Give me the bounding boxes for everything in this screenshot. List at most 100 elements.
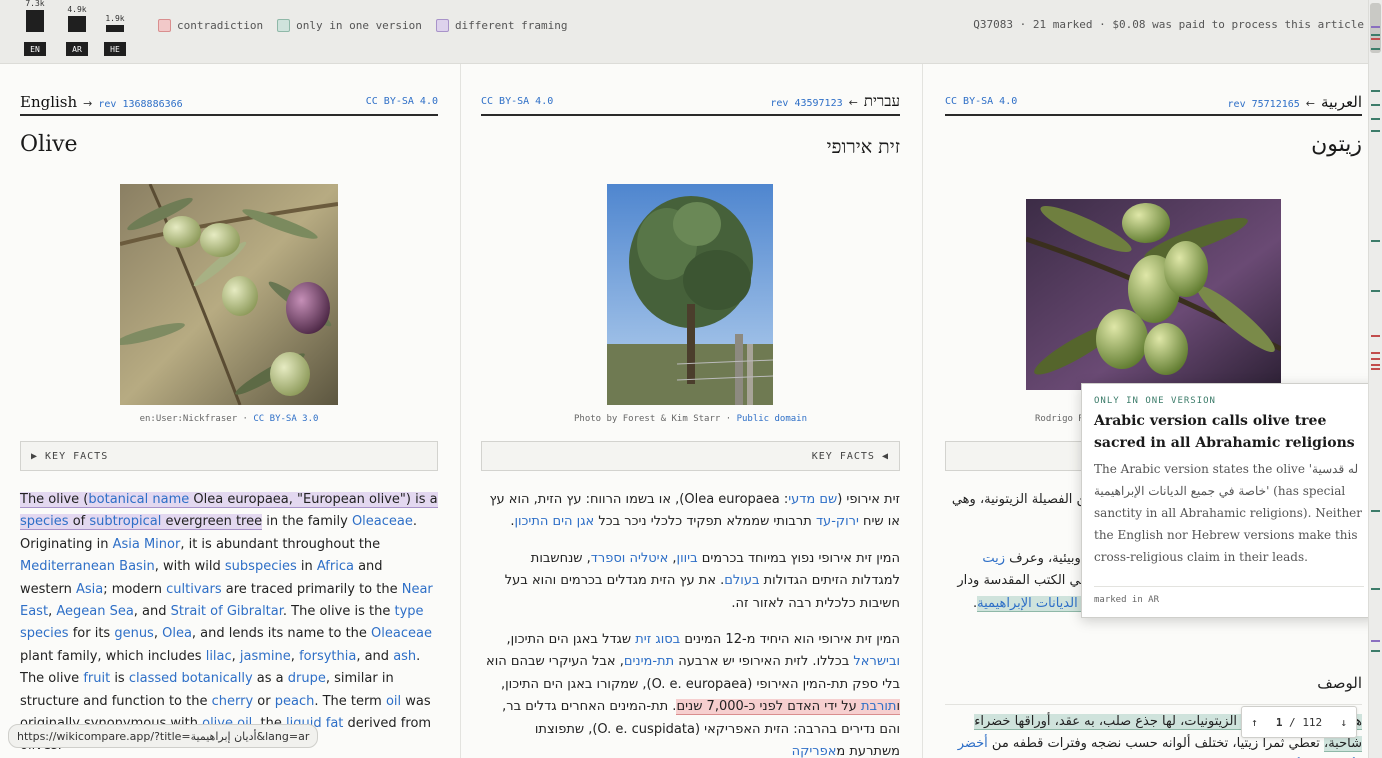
- minimap-marker[interactable]: [1371, 90, 1380, 92]
- link-africa[interactable]: Africa: [317, 559, 354, 574]
- link-green[interactable]: أخضر: [958, 736, 988, 751]
- minimap-marker[interactable]: [1371, 34, 1380, 36]
- link-greece[interactable]: ביוון: [677, 551, 698, 566]
- minimap-marker[interactable]: [1371, 368, 1380, 370]
- link-olive-genus[interactable]: בסוג זית: [635, 632, 680, 647]
- link-drupe[interactable]: drupe: [288, 671, 326, 686]
- lang-button-he[interactable]: HE: [104, 42, 126, 56]
- caption-license-link[interactable]: Public domain: [737, 414, 807, 424]
- revision-link[interactable]: rev 1368886366: [98, 99, 182, 110]
- link-forsythia[interactable]: forsythia: [299, 649, 356, 664]
- legend-contradiction[interactable]: contradiction: [158, 18, 263, 32]
- link-israel[interactable]: ובישראל: [853, 654, 900, 669]
- minimap-marker[interactable]: [1371, 650, 1380, 652]
- arrow-down-icon[interactable]: ↓: [1340, 716, 1347, 729]
- link-peach[interactable]: peach: [275, 694, 315, 709]
- caption-license-link[interactable]: CC BY-SA 3.0: [253, 414, 318, 424]
- link-mediterranean-basin[interactable]: אגן הים התיכון: [514, 514, 594, 529]
- minimap-marker[interactable]: [1371, 510, 1380, 512]
- minimap-marker[interactable]: [1371, 240, 1380, 242]
- bar-col-en[interactable]: 7.3k EN: [24, 0, 46, 56]
- link-asia-minor[interactable]: Asia Minor: [113, 537, 181, 552]
- annotation-pager: ↑ 1 / 112 ↓: [1241, 706, 1357, 738]
- license-link[interactable]: CC BY-SA 4.0: [945, 96, 1017, 107]
- minimap-marker[interactable]: [1371, 358, 1380, 360]
- link-jasmine[interactable]: jasmine: [240, 649, 291, 664]
- image-caption: en:User:Nickfraser · CC BY-SA 3.0: [20, 414, 438, 424]
- link-olea[interactable]: Olea: [162, 626, 192, 641]
- lang-name: العربية: [1321, 92, 1362, 111]
- link-evergreen[interactable]: ירוק-עד: [816, 514, 859, 529]
- link-domesticated[interactable]: תורבת: [861, 699, 896, 714]
- minimap-marker[interactable]: [1371, 26, 1380, 28]
- minimap-marker[interactable]: [1371, 130, 1380, 132]
- minimap-marker[interactable]: [1371, 48, 1380, 50]
- link-cultivars[interactable]: cultivars: [166, 582, 222, 597]
- minimap-marker[interactable]: [1371, 104, 1380, 106]
- top-bar: 7.3k EN 4.9k AR 1.9k HE contradiction on…: [0, 0, 1382, 64]
- link-scientific-name[interactable]: שם מדעי: [788, 492, 837, 507]
- link-subspecies[interactable]: subspecies: [225, 559, 297, 574]
- minimap-marker[interactable]: [1371, 588, 1380, 590]
- article-image[interactable]: [607, 184, 773, 405]
- pager-total: 112: [1302, 715, 1323, 729]
- link-botanical-name[interactable]: botanical name: [88, 492, 189, 507]
- link-oleaceae[interactable]: Oleaceae: [352, 514, 413, 529]
- minimap-marker[interactable]: [1371, 352, 1380, 354]
- link-mediterranean[interactable]: Mediterranean Basin: [20, 559, 155, 574]
- article-image[interactable]: [1026, 199, 1281, 390]
- paragraph: המין זית אירופי נפוץ במיוחד בכרמים ביוון…: [504, 550, 900, 611]
- article-title: Olive: [20, 132, 78, 157]
- link-genus[interactable]: genus: [114, 626, 154, 641]
- section-heading-description: الوصف: [1317, 674, 1362, 692]
- lang-rev-group: English → rev 1368886366: [20, 92, 183, 111]
- link-subtropical[interactable]: subtropical: [89, 514, 161, 529]
- minimap-marker[interactable]: [1371, 364, 1380, 366]
- column-header-arabic: CC BY-SA 4.0 rev 75712165 ← العربية: [945, 88, 1362, 116]
- legend-different-framing[interactable]: different framing: [435, 18, 568, 32]
- link-oil[interactable]: oil: [386, 694, 401, 709]
- link-gibraltar[interactable]: Strait of Gibraltar: [171, 604, 283, 619]
- link-aegean[interactable]: Aegean Sea: [56, 604, 133, 619]
- link-fruit[interactable]: fruit: [83, 671, 110, 686]
- revision-link[interactable]: rev 75712165: [1228, 99, 1300, 110]
- link-oleaceae-2[interactable]: Oleaceae: [371, 626, 432, 641]
- link-cherry[interactable]: cherry: [212, 694, 254, 709]
- minimap-marker[interactable]: [1371, 118, 1380, 120]
- arrow-up-icon[interactable]: ↑: [1251, 716, 1258, 729]
- link-world[interactable]: בעולם: [724, 573, 759, 588]
- length-bar-chart: 7.3k EN 4.9k AR 1.9k HE: [20, 0, 134, 56]
- link-classed[interactable]: classed botanically: [129, 671, 253, 686]
- legend-only-in-one-version[interactable]: only in one version: [277, 18, 422, 32]
- link-asia[interactable]: Asia: [76, 582, 103, 597]
- link-subspecies-he[interactable]: תת-מינים: [624, 654, 674, 669]
- link-lilac[interactable]: lilac: [206, 649, 232, 664]
- revision-link[interactable]: rev 43597123: [770, 98, 842, 109]
- scroll-thumb[interactable]: [1370, 3, 1381, 53]
- lang-button-en[interactable]: EN: [24, 42, 46, 56]
- link-italy[interactable]: איטליה: [629, 551, 668, 566]
- license-link[interactable]: CC BY-SA 4.0: [481, 96, 553, 107]
- article-body-english: The olive (botanical name Olea europaea,…: [20, 489, 438, 758]
- key-facts-toggle[interactable]: ▶ KEY FACTS: [20, 441, 438, 471]
- minimap-scrollbar[interactable]: [1368, 0, 1382, 758]
- bar-col-ar[interactable]: 4.9k AR: [66, 0, 88, 56]
- link-species[interactable]: species: [20, 514, 69, 529]
- link-ash[interactable]: ash: [393, 649, 416, 664]
- lang-button-ar[interactable]: AR: [66, 42, 88, 56]
- framing-swatch: [435, 18, 449, 32]
- article-title: זית אירופי: [826, 136, 900, 158]
- bar-col-he[interactable]: 1.9k HE: [104, 0, 126, 56]
- article-image[interactable]: [120, 184, 338, 405]
- license-link[interactable]: CC BY-SA 4.0: [366, 96, 438, 107]
- link-spain[interactable]: וספרד: [591, 551, 626, 566]
- link-abrahamic-religions[interactable]: الديانات الإبراهيمية: [977, 596, 1078, 611]
- link-africa-he[interactable]: אפריקה: [792, 744, 837, 758]
- minimap-marker[interactable]: [1371, 640, 1380, 642]
- pager-position: 1 / 112: [1276, 716, 1322, 729]
- minimap-marker[interactable]: [1371, 290, 1380, 292]
- minimap-marker[interactable]: [1371, 335, 1380, 337]
- contradiction-highlight[interactable]: ותורבת על ידי האדם לפני כ-7,000 שנים: [676, 699, 900, 716]
- minimap-marker[interactable]: [1371, 38, 1380, 40]
- key-facts-toggle[interactable]: KEY FACTS ◀: [481, 441, 900, 471]
